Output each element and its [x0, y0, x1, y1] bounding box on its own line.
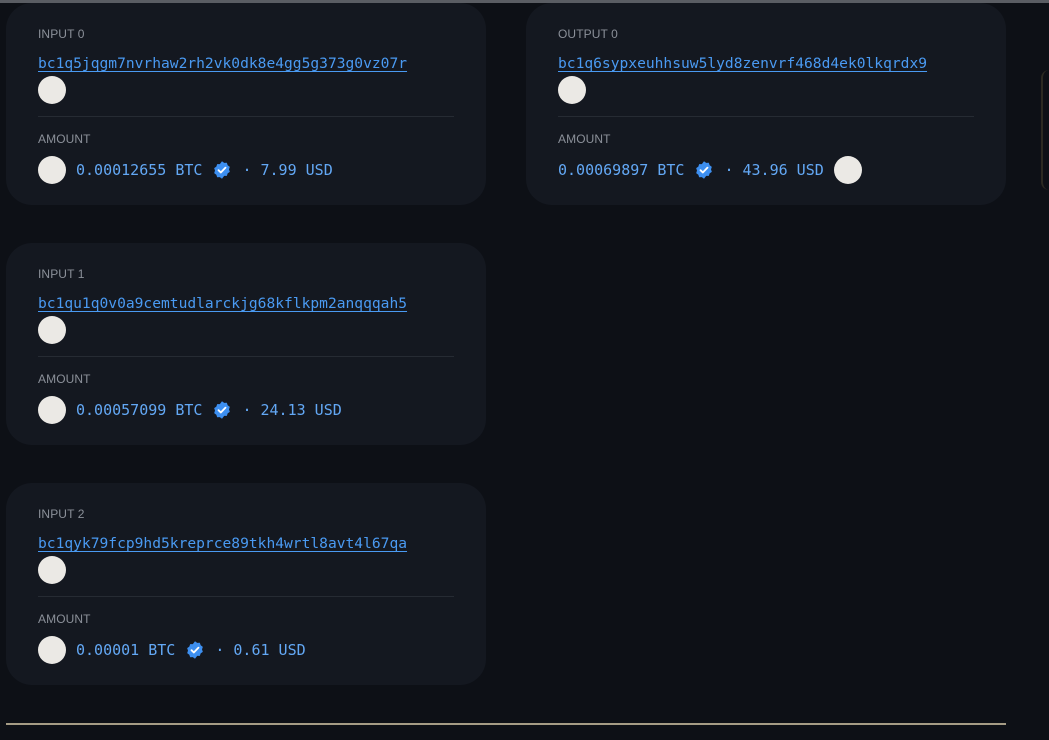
section-divider: [6, 723, 1006, 725]
btc-amount: 0.00057099 BTC: [76, 401, 203, 419]
amount-row: 0.00057099 BTC · 24.13 USD: [38, 396, 342, 424]
address-avatar-icon: [38, 76, 66, 104]
input-label: INPUT 0: [38, 27, 85, 41]
amount-label: AMOUNT: [38, 612, 91, 626]
amount-row: 0.00012655 BTC · 7.99 USD: [38, 156, 333, 184]
verified-check-icon: [187, 641, 204, 659]
verified-check-icon: [696, 161, 713, 179]
btc-amount: 0.00001 BTC: [76, 641, 176, 659]
input-address-link[interactable]: bc1qu1q0v0a9cemtudlarckjg68kflkpm2anqqqa…: [38, 295, 407, 312]
usd-amount: · 43.96 USD: [724, 161, 824, 179]
output-card-0: OUTPUT 0 bc1q6sypxeuhhsuw5lyd8zenvrf468d…: [526, 3, 1006, 205]
input-card-2: INPUT 2 bc1qyk79fcp9hd5kreprce89tkh4wrtl…: [6, 483, 486, 685]
divider: [558, 116, 974, 117]
input-address-link[interactable]: bc1qyk79fcp9hd5kreprce89tkh4wrtl8avt4l67…: [38, 535, 407, 552]
amount-label: AMOUNT: [38, 132, 91, 146]
btc-coin-icon: [38, 396, 66, 424]
amount-label: AMOUNT: [38, 372, 91, 386]
divider: [38, 116, 454, 117]
input-card-1: INPUT 1 bc1qu1q0v0a9cemtudlarckjg68kflkp…: [6, 243, 486, 445]
usd-amount: · 7.99 USD: [242, 161, 333, 179]
amount-label: AMOUNT: [558, 132, 611, 146]
amount-row: 0.00069897 BTC · 43.96 USD: [558, 156, 862, 184]
btc-amount: 0.00012655 BTC: [76, 161, 203, 179]
verified-check-icon: [214, 161, 231, 179]
input-address-link[interactable]: bc1q5jqgm7nvrhaw2rh2vk0dk8e4gg5g373g0vz0…: [38, 55, 407, 72]
address-avatar-icon: [38, 556, 66, 584]
output-address-link[interactable]: bc1q6sypxeuhhsuw5lyd8zenvrf468d4ek0lkqrd…: [558, 55, 927, 72]
input-label: INPUT 1: [38, 267, 85, 281]
input-card-0: INPUT 0 bc1q5jqgm7nvrhaw2rh2vk0dk8e4gg5g…: [6, 3, 486, 205]
usd-amount: · 24.13 USD: [242, 401, 342, 419]
divider: [38, 356, 454, 357]
adjacent-panel-edge: [1041, 70, 1049, 190]
usd-amount: · 0.61 USD: [215, 641, 306, 659]
verified-check-icon: [214, 401, 231, 419]
address-avatar-icon: [38, 316, 66, 344]
amount-row: 0.00001 BTC · 0.61 USD: [38, 636, 306, 664]
input-label: INPUT 2: [38, 507, 85, 521]
output-label: OUTPUT 0: [558, 27, 618, 41]
address-avatar-icon: [558, 76, 586, 104]
divider: [38, 596, 454, 597]
btc-coin-icon: [38, 636, 66, 664]
address-avatar-icon: [833, 156, 862, 184]
btc-coin-icon: [38, 156, 66, 184]
btc-amount: 0.00069897 BTC: [558, 161, 685, 179]
